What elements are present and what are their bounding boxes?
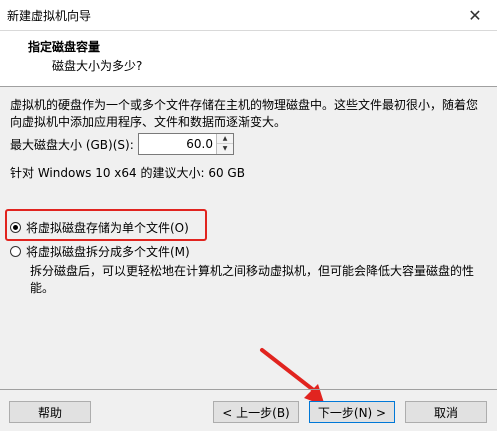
wizard-body: 虚拟机的硬盘作为一个或多个文件存储在主机的物理磁盘中。这些文件最初很小，随着您向… xyxy=(0,87,497,387)
back-button[interactable]: < 上一步(B) xyxy=(213,401,299,423)
radio-split-files[interactable]: 将虚拟磁盘拆分成多个文件(M) xyxy=(10,243,190,260)
stepper-down-icon[interactable]: ▼ xyxy=(217,144,233,154)
window-title: 新建虚拟机向导 xyxy=(7,9,92,23)
radio-icon-checked[interactable] xyxy=(10,222,21,233)
page-subtitle: 磁盘大小为多少? xyxy=(52,59,143,73)
max-disk-size-input[interactable] xyxy=(139,134,217,154)
close-icon[interactable]: ✕ xyxy=(453,0,497,30)
radio-single-file-label: 将虚拟磁盘存储为单个文件(O) xyxy=(26,221,189,235)
recommended-size-text: 针对 Windows 10 x64 的建议大小: 60 GB xyxy=(10,166,245,180)
radio-single-file[interactable]: 将虚拟磁盘存储为单个文件(O) xyxy=(10,219,189,236)
max-disk-size-label: 最大磁盘大小 (GB)(S): xyxy=(10,138,134,152)
wizard-header: 指定磁盘容量 磁盘大小为多少? xyxy=(0,31,497,87)
radio-icon-unchecked[interactable] xyxy=(10,246,21,257)
help-button[interactable]: 帮助 xyxy=(9,401,91,423)
stepper-up-icon[interactable]: ▲ xyxy=(217,134,233,144)
radio-split-files-label: 将虚拟磁盘拆分成多个文件(M) xyxy=(26,245,190,259)
disk-description: 虚拟机的硬盘作为一个或多个文件存储在主机的物理磁盘中。这些文件最初很小，随着您向… xyxy=(10,98,479,129)
next-button[interactable]: 下一步(N) > xyxy=(309,401,395,423)
max-disk-size-stepper[interactable]: ▲ ▼ xyxy=(138,133,234,155)
split-description: 拆分磁盘后，可以更轻松地在计算机之间移动虚拟机，但可能会降低大容量磁盘的性能。 xyxy=(30,264,475,295)
stepper-arrows: ▲ ▼ xyxy=(216,134,233,154)
footer-divider xyxy=(0,389,497,390)
page-title: 指定磁盘容量 xyxy=(28,40,101,54)
cancel-button[interactable]: 取消 xyxy=(405,401,487,423)
title-bar: 新建虚拟机向导 ✕ xyxy=(0,0,497,31)
